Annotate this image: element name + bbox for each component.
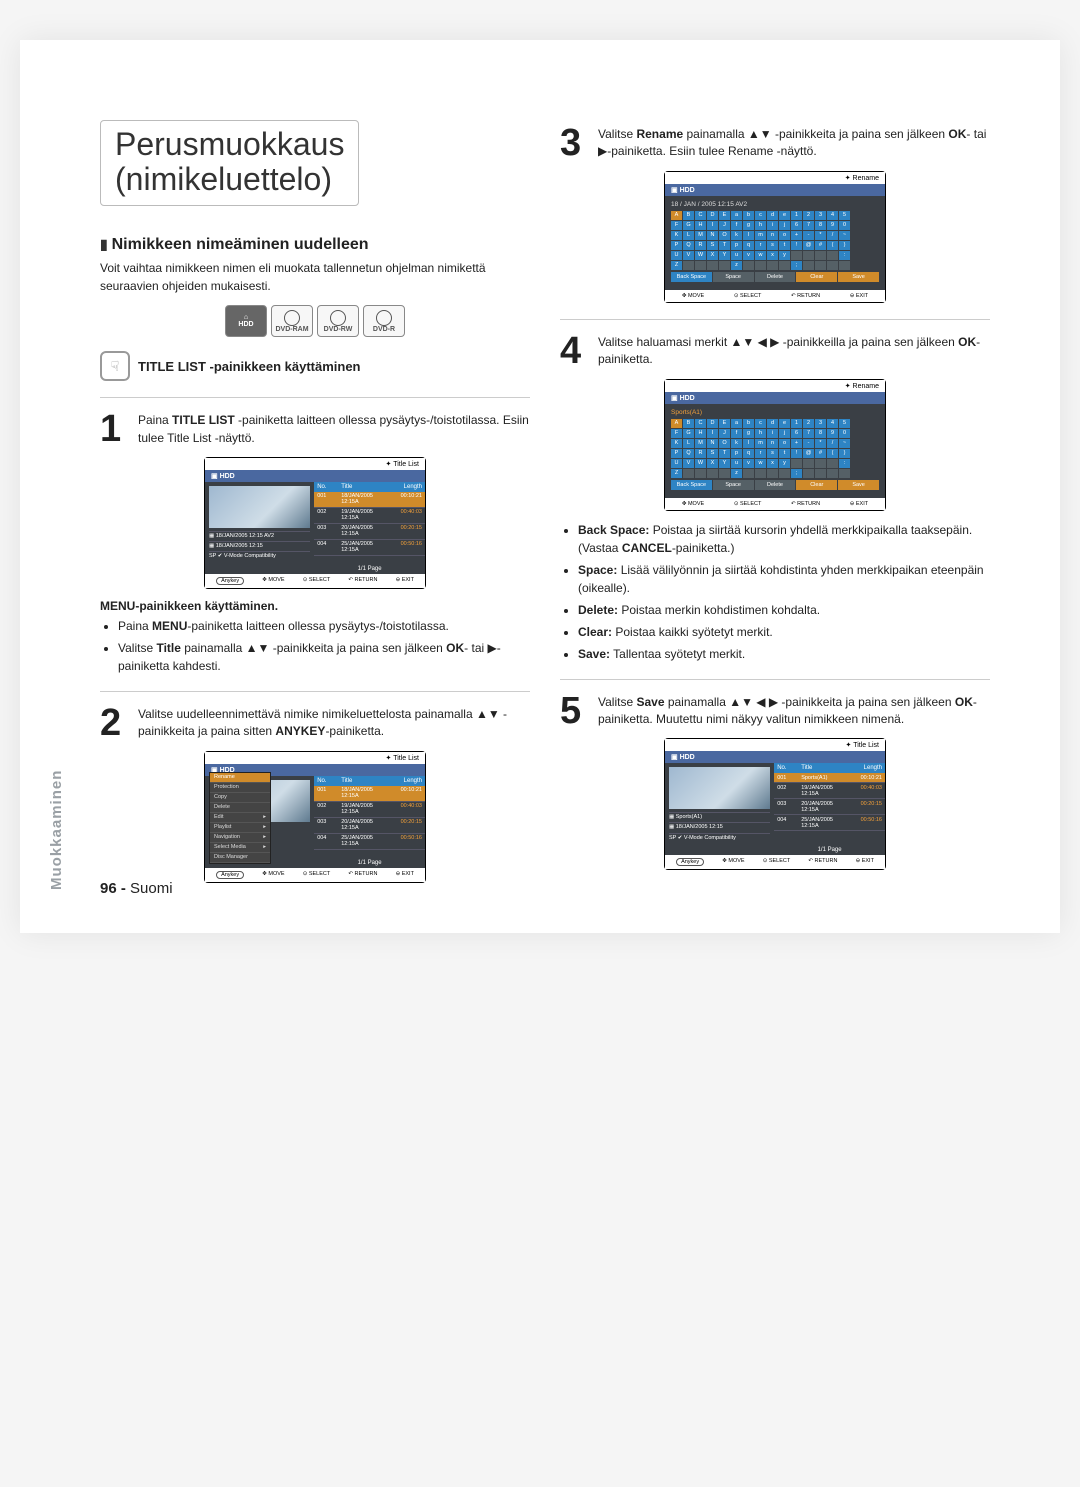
ss5-rows: 001Sports(A1)00:10:2100219/JAN/2005 12:1… xyxy=(774,773,885,845)
screenshot-anykey-menu: Title List HDD RenameProtectionCopyDelet… xyxy=(204,751,426,883)
subhead: TITLE LIST -painikkeen käyttäminen xyxy=(138,359,361,374)
title-line2: (nimikeluettelo) xyxy=(115,161,332,197)
screenshot-title-list: Title List HDD 18/JAN/2005 12:15 AV2 18/… xyxy=(204,457,426,589)
intro-text: Voit vaihtaa nimikkeen nimen eli muokata… xyxy=(100,260,530,295)
title-line1: Perusmuokkaus xyxy=(115,126,344,162)
hand-icon: ☟ xyxy=(100,351,130,381)
badge-dvdr: DVD-R xyxy=(363,305,405,337)
section-heading: Nimikkeen nimeäminen uudelleen xyxy=(100,236,530,254)
side-label: Muokkaaminen xyxy=(48,770,65,890)
page-footer: 96 - Suomi xyxy=(100,880,173,897)
step-3-text: Valitse Rename painamalla ▲▼ -painikkeit… xyxy=(598,126,990,161)
step-4-num: 4 xyxy=(560,334,590,369)
step-2-text: Valitse uudelleennimettävä nimike nimike… xyxy=(138,706,530,741)
step-5-num: 5 xyxy=(560,694,590,729)
step-2-num: 2 xyxy=(100,706,130,741)
menu-subhead: MENU-painikkeen käyttäminen. xyxy=(100,599,530,613)
badge-hdd: ⌂HDD xyxy=(225,305,267,337)
badge-dvdrw: DVD-RW xyxy=(317,305,359,337)
ss1-rows: 00118/JAN/2005 12:15A00:10:2100219/JAN/2… xyxy=(314,492,425,564)
step-3-num: 3 xyxy=(560,126,590,161)
step-1-num: 1 xyxy=(100,412,130,447)
media-badges: ⌂HDD DVD-RAM DVD-RW DVD-R xyxy=(100,305,530,337)
page-title-box: Perusmuokkaus (nimikeluettelo) xyxy=(100,120,359,206)
screenshot-rename-kb-1: Rename HDD 18 / JAN / 2005 12:15 AV2 ABC… xyxy=(664,171,886,303)
screenshot-rename-kb-2: Rename HDD Sports(A1) ABCDEFGHIJKLMNOPQR… xyxy=(664,379,886,511)
bullets-4: Back Space: Poistaa ja siirtää kursorin … xyxy=(560,521,990,663)
screenshot-title-list-renamed: Title List HDD Sports(A1) 18/JAN/2005 12… xyxy=(664,738,886,870)
step-1-text: Paina TITLE LIST -painiketta laitteen ol… xyxy=(138,412,530,447)
step-4-text: Valitse haluamasi merkit ▲▼ ◀ ▶ -painikk… xyxy=(598,334,990,369)
badge-dvdram: DVD-RAM xyxy=(271,305,313,337)
bullets-1: Paina MENU-painiketta laitteen ollessa p… xyxy=(100,617,530,675)
step-5-text: Valitse Save painamalla ▲▼ ◀ ▶ -painikke… xyxy=(598,694,990,729)
ss2-rows: 00118/JAN/2005 12:15A00:10:2100219/JAN/2… xyxy=(314,786,425,858)
